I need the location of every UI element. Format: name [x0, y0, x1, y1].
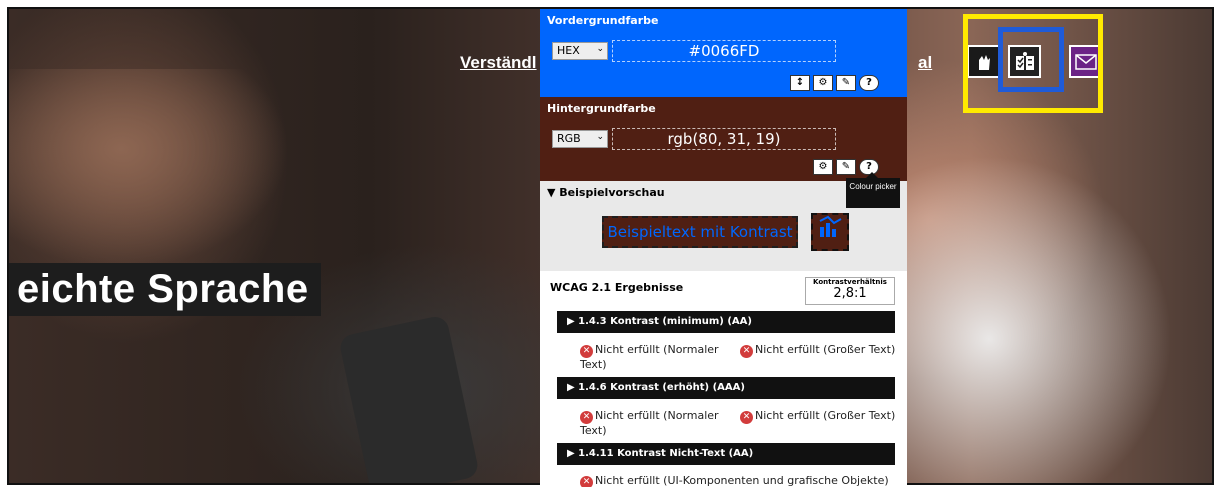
foreground-format-value: HEX [557, 44, 580, 57]
criterion-1-4-11[interactable]: ▶ 1.4.11 Kontrast Nicht-Text (AA) [557, 443, 895, 465]
criterion-1-4-3-normal-result: ✕ Nicht erfüllt (Normaler Text) [580, 343, 730, 371]
fail-icon: ✕ [580, 345, 593, 358]
criterion-1-4-6[interactable]: ▶ 1.4.6 Kontrast (erhöht) (AAA) [557, 377, 895, 399]
preview-sample-text: Beispieltext mit Kontrast [602, 216, 798, 248]
adjust-icon[interactable]: ⚙ [813, 159, 833, 175]
background-section: Hintergrundfarbe RGB ⌄ rgb(80, 31, 19) ⚙ … [540, 97, 907, 181]
chart-icon [811, 213, 849, 251]
adjust-icon[interactable]: ⚙ [813, 75, 833, 91]
fail-icon: ✕ [740, 411, 753, 424]
nav-link-verstaendlich[interactable]: Verständl [460, 53, 537, 73]
phone-image [338, 314, 480, 483]
swap-colors-icon[interactable]: ↕ [790, 75, 810, 91]
fail-icon: ✕ [740, 345, 753, 358]
result-text: Nicht erfüllt (Normaler Text) [580, 343, 719, 371]
contrast-checker-panel: Vordergrundfarbe HEX ⌄ #0066FD ↕ ⚙ ✎ ? Hi… [540, 9, 907, 487]
chevron-down-icon: ⌄ [596, 132, 604, 142]
contrast-ratio-label: Kontrastverhältnis [813, 278, 887, 286]
foreground-section: Vordergrundfarbe HEX ⌄ #0066FD ↕ ⚙ ✎ ? [540, 9, 907, 97]
background-format-select[interactable]: RGB ⌄ [552, 130, 608, 148]
foreground-title: Vordergrundfarbe [547, 14, 659, 27]
result-text: Nicht erfüllt (UI-Komponenten und grafis… [595, 474, 889, 487]
criterion-1-4-6-normal-result: ✕ Nicht erfüllt (Normaler Text) [580, 409, 730, 437]
hero-title: eichte Sprache [9, 263, 321, 316]
background-title: Hintergrundfarbe [547, 102, 656, 115]
contrast-ratio-box: Kontrastverhältnis 2,8:1 [805, 277, 895, 305]
criterion-1-4-6-large-result: ✕ Nicht erfüllt (Großer Text) [740, 409, 895, 424]
highlight-blue-frame [998, 27, 1064, 92]
foreground-format-select[interactable]: HEX ⌄ [552, 42, 608, 60]
result-text: Nicht erfüllt (Großer Text) [755, 409, 896, 422]
hero-background-image [9, 69, 289, 269]
criterion-1-4-11-ui-result: ✕ Nicht erfüllt (UI-Komponenten und grafi… [580, 474, 900, 487]
nav-link-right[interactable]: al [918, 53, 932, 73]
foreground-value-field[interactable]: #0066FD [612, 40, 836, 62]
help-icon[interactable]: ? [859, 75, 879, 91]
background-format-value: RGB [557, 132, 581, 145]
eyedropper-icon[interactable]: ✎ [836, 159, 856, 175]
result-text: Nicht erfüllt (Normaler Text) [580, 409, 719, 437]
chevron-down-icon: ⌄ [596, 44, 604, 54]
contrast-ratio-value: 2,8:1 [833, 286, 867, 301]
colour-picker-tooltip: Colour picker [846, 172, 900, 208]
fail-icon: ✕ [580, 476, 593, 487]
eyedropper-icon[interactable]: ✎ [836, 75, 856, 91]
criterion-1-4-3-large-result: ✕ Nicht erfüllt (Großer Text) [740, 343, 895, 358]
result-text: Nicht erfüllt (Großer Text) [755, 343, 896, 356]
wcag-results-section: WCAG 2.1 Ergebnisse Kontrastverhältnis 2… [540, 271, 907, 487]
background-value-field[interactable]: rgb(80, 31, 19) [612, 128, 836, 150]
criterion-1-4-3[interactable]: ▶ 1.4.3 Kontrast (minimum) (AA) [557, 311, 895, 333]
fail-icon: ✕ [580, 411, 593, 424]
